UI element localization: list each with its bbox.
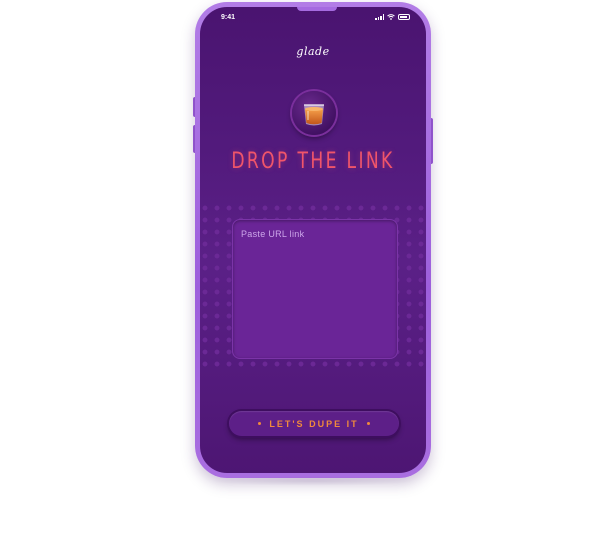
dot-icon	[258, 422, 262, 425]
lets-dupe-it-button[interactable]: LET'S DUPE IT	[229, 411, 399, 436]
phone-screen: 9:41 glade DROP THE LINK Paste URL link …	[200, 7, 426, 473]
lets-dupe-it-label: LET'S DUPE IT	[269, 418, 359, 429]
status-icons	[375, 14, 410, 20]
status-bar: 9:41	[200, 7, 426, 27]
candle-icon	[292, 91, 336, 135]
glade-logo: glade	[296, 45, 330, 58]
page-title: DROP THE LINK	[231, 149, 395, 174]
dot-icon	[366, 422, 370, 425]
phone-frame: 9:41 glade DROP THE LINK Paste URL link …	[195, 2, 431, 478]
status-time: 9:41	[221, 14, 236, 21]
battery-icon	[398, 14, 410, 20]
url-input[interactable]	[232, 219, 398, 359]
wifi-icon	[387, 14, 395, 20]
phone-shadow	[210, 476, 416, 486]
signal-icon	[375, 14, 384, 20]
stage: 9:41 glade DROP THE LINK Paste URL link …	[0, 0, 610, 551]
